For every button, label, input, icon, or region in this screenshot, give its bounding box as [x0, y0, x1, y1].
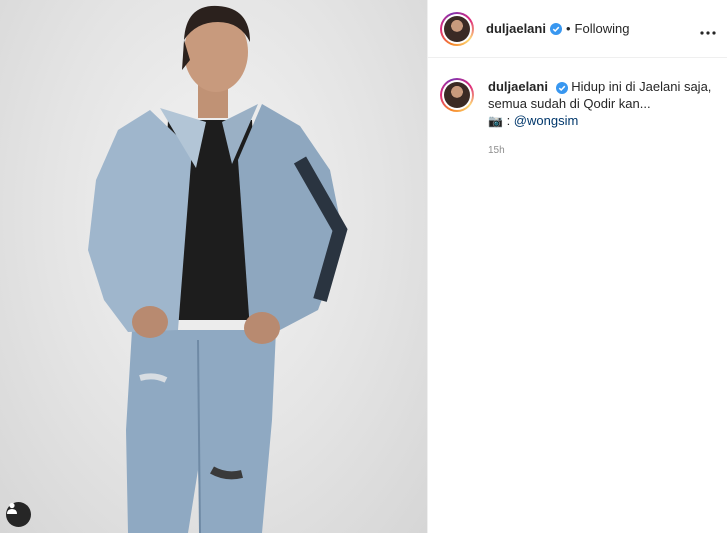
more-horizontal-icon	[700, 31, 716, 35]
header-username[interactable]: duljaelani	[486, 21, 546, 36]
camera-emoji: 📷	[488, 114, 503, 128]
caption-comment: duljaelani Hidup ini di Jaelani saja, se…	[440, 78, 720, 159]
header-separator: •	[565, 21, 571, 36]
verified-badge-icon	[549, 22, 562, 35]
mention-link[interactable]: @wongsim	[514, 113, 579, 128]
caption-line-1: Hidup ini di Jaelani saja,	[571, 79, 712, 94]
caption-avatar[interactable]	[440, 78, 474, 112]
post-header: duljaelani • Following	[428, 0, 727, 58]
caption-avatar-image	[444, 82, 470, 108]
caption-line-2: semua sudah di Qodir kan...	[488, 96, 651, 111]
caption-verified-icon	[555, 81, 568, 94]
tag-people-button[interactable]	[6, 502, 31, 527]
timestamp[interactable]: 15h	[488, 142, 711, 159]
following-button[interactable]: Following	[575, 21, 630, 36]
photo-illustration	[88, 5, 348, 533]
credit-prefix: :	[502, 113, 514, 128]
person-tag-icon	[7, 502, 17, 514]
more-options-button[interactable]	[700, 22, 716, 40]
post-photo[interactable]	[0, 0, 427, 533]
avatar[interactable]	[440, 11, 474, 46]
caption-username[interactable]: duljaelani	[488, 79, 548, 94]
avatar-image	[444, 15, 470, 42]
post-side-panel: duljaelani • Following duljaelani Hidup …	[427, 0, 727, 533]
